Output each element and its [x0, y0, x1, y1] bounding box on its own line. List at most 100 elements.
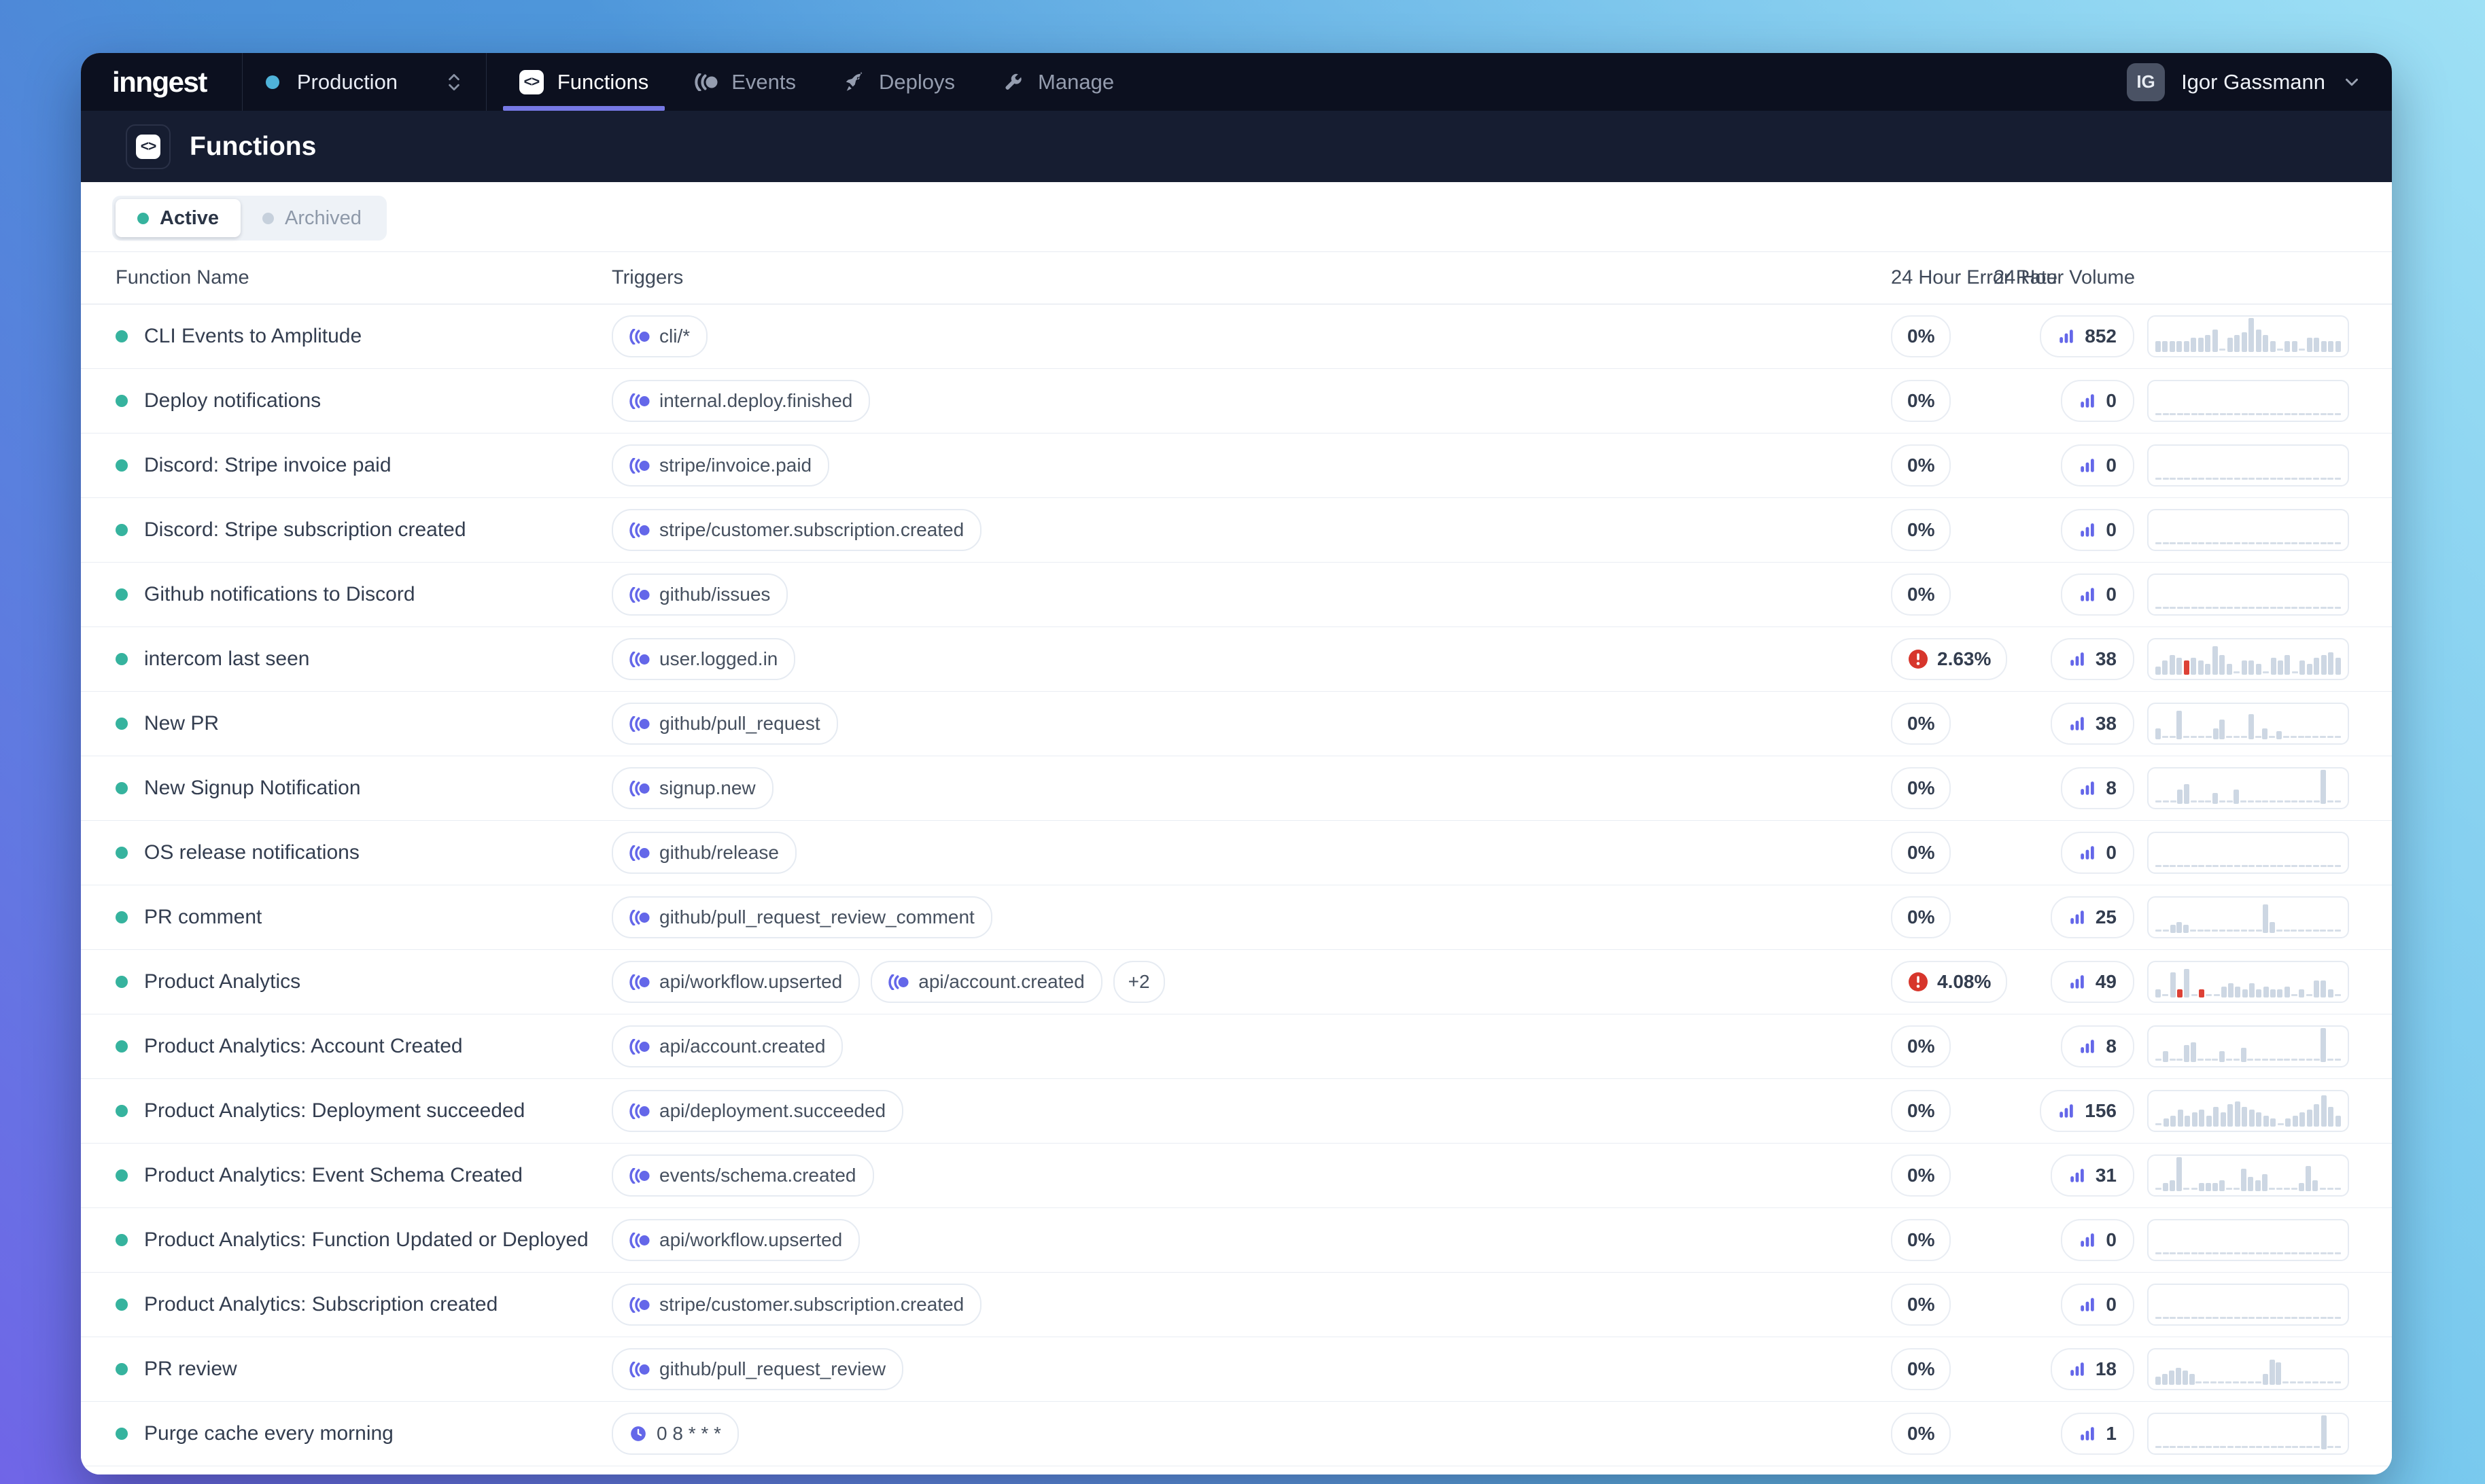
triggers-cell: cli/*	[612, 315, 1891, 357]
event-arcs-icon	[629, 716, 650, 732]
function-name: Product Analytics: Function Updated or D…	[144, 1229, 589, 1252]
filter-active-button[interactable]: Active	[116, 199, 241, 237]
error-rate-cell: 0%	[1891, 767, 2000, 809]
event-trigger-badge: github/pull_request_review_comment	[612, 896, 992, 938]
table-row[interactable]: Product Analytics: Function Updated or D…	[81, 1208, 2392, 1273]
error-rate-cell: 0%	[1891, 703, 2000, 745]
error-rate-badge: 0%	[1891, 1348, 1951, 1390]
error-rate-badge: 2.63%	[1891, 638, 2007, 680]
event-trigger-badge: api/deployment.succeeded	[612, 1090, 903, 1132]
table-row[interactable]: Discord: Stripe subscription created str…	[81, 498, 2392, 563]
event-arcs-icon	[629, 393, 650, 409]
event-trigger-badge: internal.deploy.finished	[612, 380, 870, 422]
chevron-updown-icon	[445, 71, 463, 93]
function-name: New Signup Notification	[144, 777, 361, 800]
table-row[interactable]: Product Analytics: Deployment succeeded …	[81, 1079, 2392, 1144]
volume-sparkline	[2147, 767, 2349, 809]
table-row[interactable]: Purge cache every morning 0 8 * * * 0% 1	[81, 1402, 2392, 1466]
error-rate-cell: 0%	[1891, 380, 2000, 422]
error-rate-cell: 0%	[1891, 1284, 2000, 1326]
table-row[interactable]: Product Analytics: Event Schema Created …	[81, 1144, 2392, 1208]
volume-cell: 0	[2061, 832, 2134, 874]
table-row[interactable]: OS release notifications github/release …	[81, 821, 2392, 885]
bar-chart-icon	[2068, 973, 2086, 991]
event-trigger-badge: user.logged.in	[612, 638, 795, 680]
bar-chart-icon	[2079, 1231, 2096, 1249]
volume-badge: 49	[2051, 961, 2134, 1003]
table-row[interactable]: Deploy notifications internal.deploy.fin…	[81, 369, 2392, 434]
bar-chart-icon	[2079, 1425, 2096, 1443]
triggers-cell: events/schema.created	[612, 1154, 1891, 1197]
function-status-dot	[116, 976, 128, 988]
triggers-cell: api/deployment.succeeded	[612, 1090, 1891, 1132]
event-arcs-icon	[629, 1039, 650, 1055]
table-row[interactable]: Discord: Stripe invoice paid stripe/invo…	[81, 434, 2392, 498]
volume-badge: 0	[2061, 444, 2134, 487]
tab-manage[interactable]: Manage	[978, 53, 1137, 111]
volume-cell: 38	[2051, 703, 2134, 745]
volume-sparkline	[2147, 1284, 2349, 1326]
table-row[interactable]: Reset password email and reminder passwo…	[81, 1466, 2392, 1474]
volume-sparkline	[2147, 573, 2349, 616]
volume-cell: 156	[2040, 1090, 2134, 1132]
top-nav: inngest Production <> Functions Events D…	[81, 53, 2392, 111]
volume-badge: 38	[2051, 638, 2134, 680]
table-row[interactable]: New PR github/pull_request 0% 38	[81, 692, 2392, 756]
function-name: Purge cache every morning	[144, 1422, 394, 1445]
error-rate-cell: 0%	[1891, 1348, 2000, 1390]
event-arcs-icon	[629, 974, 650, 990]
table-row[interactable]: PR comment github/pull_request_review_co…	[81, 885, 2392, 950]
table-row[interactable]: Product Analytics api/workflow.upserteda…	[81, 950, 2392, 1014]
table-header: Function Name Triggers 24 Hour Error Rat…	[81, 251, 2392, 304]
table-row[interactable]: Product Analytics: Account Created api/a…	[81, 1014, 2392, 1079]
bar-chart-icon	[2057, 328, 2075, 345]
volume-badge: 18	[2051, 1348, 2134, 1390]
table-row[interactable]: CLI Events to Amplitude cli/* 0% 852	[81, 304, 2392, 369]
function-status-dot	[116, 1428, 128, 1440]
table-row[interactable]: New Signup Notification signup.new 0% 8	[81, 756, 2392, 821]
function-status-dot	[116, 1363, 128, 1375]
inngest-logo[interactable]: inngest	[81, 53, 242, 111]
error-rate-cell: 0%	[1891, 1154, 2000, 1197]
event-arcs-icon	[629, 1168, 650, 1184]
volume-cell: 8	[2061, 1025, 2134, 1067]
triggers-cell: stripe/customer.subscription.created	[612, 509, 1891, 551]
function-status-dot	[116, 330, 128, 342]
volume-badge: 0	[2061, 573, 2134, 616]
tab-deploys[interactable]: Deploys	[819, 53, 978, 111]
event-arcs-icon	[629, 523, 650, 538]
user-menu[interactable]: IG Igor Gassmann	[2097, 53, 2392, 111]
volume-sparkline	[2147, 1348, 2349, 1390]
volume-sparkline	[2147, 1413, 2349, 1455]
environment-switcher[interactable]: Production	[242, 53, 487, 111]
active-dot-icon	[137, 213, 149, 224]
bar-chart-icon	[2079, 586, 2096, 603]
table-row[interactable]: Product Analytics: Subscription created …	[81, 1273, 2392, 1337]
tab-events[interactable]: Events	[672, 53, 819, 111]
event-trigger-badge: api/account.created	[871, 961, 1102, 1003]
filter-archived-button[interactable]: Archived	[241, 199, 383, 237]
event-arcs-icon	[629, 1233, 650, 1248]
event-arcs-icon	[629, 329, 650, 344]
table-row[interactable]: PR review github/pull_request_review 0% …	[81, 1337, 2392, 1402]
volume-cell: 0	[2061, 444, 2134, 487]
volume-sparkline	[2147, 896, 2349, 938]
volume-sparkline	[2147, 703, 2349, 745]
volume-cell: 0	[2061, 380, 2134, 422]
bar-chart-icon	[2068, 715, 2086, 732]
function-status-dot	[116, 1105, 128, 1117]
tab-functions[interactable]: <> Functions	[496, 53, 672, 111]
function-name: Product Analytics: Account Created	[144, 1035, 463, 1058]
table-row[interactable]: Github notifications to Discord github/i…	[81, 563, 2392, 627]
volume-cell: 25	[2051, 896, 2134, 938]
main-content: Active Archived Function Name Triggers 2…	[81, 182, 2392, 1474]
volume-cell: 0	[2061, 1219, 2134, 1261]
function-name: CLI Events to Amplitude	[144, 325, 362, 348]
bar-chart-icon	[2079, 1038, 2096, 1055]
error-rate-cell: 4.08%	[1891, 961, 2000, 1003]
volume-cell: 38	[2051, 638, 2134, 680]
table-row[interactable]: intercom last seen user.logged.in 2.63% …	[81, 627, 2392, 692]
function-status-dot	[116, 524, 128, 536]
event-trigger-badge: stripe/customer.subscription.created	[612, 509, 981, 551]
triggers-cell: api/workflow.upsertedapi/account.created…	[612, 961, 1891, 1003]
